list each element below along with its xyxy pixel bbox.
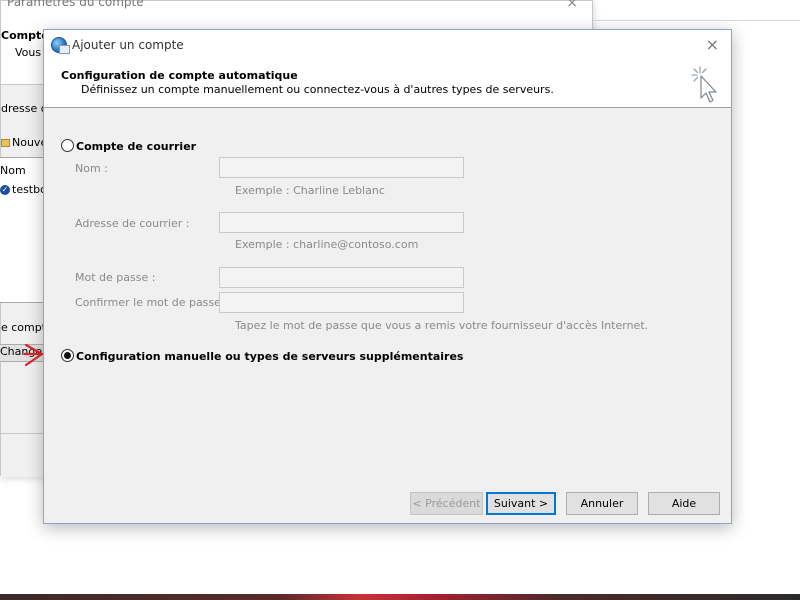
previous-button[interactable]: < Précédent [410,492,483,515]
outlook-app-icon [51,37,70,54]
desktop-strip [0,594,800,600]
name-label: Nom : [75,162,108,175]
email-address-hint: Exemple : charline@contoso.com [235,238,419,251]
list-item-label: testbo [12,183,47,196]
checkmark-icon: ✓ [0,185,10,195]
email-account-radio-label[interactable]: Compte de courrier [76,140,196,153]
email-address-input[interactable] [219,212,464,233]
email-account-radio[interactable] [61,139,74,152]
accounts-list[interactable]: Nom ✓ testbo [0,157,49,303]
confirm-password-label: Confirmer le mot de passe : [75,296,229,309]
new-icon [1,139,10,147]
manual-configuration-radio[interactable] [61,349,74,362]
cancel-button[interactable]: Annuler [566,492,638,515]
divider [593,20,800,21]
email-address-label: Adresse de courrier : [75,217,190,230]
header-subtitle: Définissez un compte manuellement ou con… [81,83,554,96]
name-hint: Exemple : Charline Leblanc [235,184,385,197]
dialog-titlebar: Ajouter un compte × [44,30,731,61]
name-input[interactable] [219,157,464,178]
help-button[interactable]: Aide [648,492,720,515]
account-settings-title: Paramètres du compte [7,0,144,9]
header-title: Configuration de compte automatique [61,69,298,82]
confirm-password-input[interactable] [219,292,464,313]
password-label: Mot de passe : [75,271,156,284]
new-account-button[interactable]: Nouve [1,136,47,149]
next-button[interactable]: Suivant > [486,492,556,515]
dialog-header: Configuration de compte automatique Défi… [44,61,731,108]
account-settings-titlebar: Paramètres du compte × [1,0,592,11]
list-item[interactable]: ✓ testbo [0,183,47,196]
list-header-name: Nom [0,164,26,177]
wizard-cursor-icon [691,66,717,103]
dialog-title: Ajouter un compte [72,38,184,52]
password-hint: Tapez le mot de passe que vous a remis v… [235,319,649,332]
new-account-button-label: Nouve [12,136,48,149]
add-account-dialog: Ajouter un compte × Configuration de com… [43,29,732,524]
close-icon[interactable]: × [706,35,719,54]
manual-configuration-radio-label[interactable]: Configuration manuelle ou types de serve… [76,350,463,363]
password-input[interactable] [219,267,464,288]
close-icon[interactable]: × [566,0,578,11]
